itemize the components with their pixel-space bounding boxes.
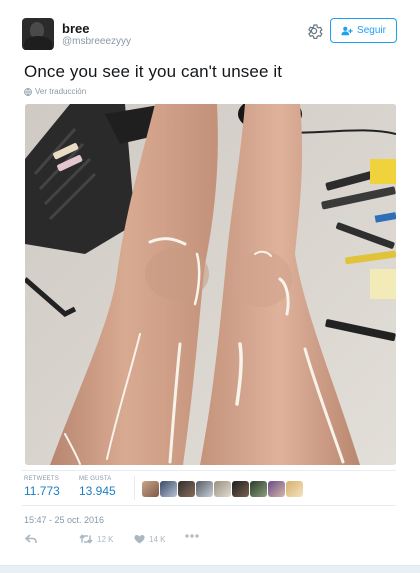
- avatar[interactable]: [232, 481, 249, 497]
- translate-label: Ver traducción: [35, 87, 87, 96]
- more-button[interactable]: [185, 534, 199, 538]
- reply-button[interactable]: [25, 534, 37, 544]
- divider: [22, 470, 396, 471]
- divider: [22, 505, 396, 506]
- tweet-text: Once you see it you can't unsee it: [24, 62, 283, 81]
- heart-icon: [134, 535, 145, 544]
- avatar[interactable]: [250, 481, 267, 497]
- retweet-action-count: 12 K: [97, 534, 114, 544]
- retweet-button[interactable]: 12 K: [79, 534, 113, 544]
- divider: [134, 476, 135, 500]
- avatar[interactable]: [178, 481, 195, 497]
- reply-icon: [25, 534, 37, 544]
- footer-strip: [0, 565, 420, 573]
- tweet-actions: 12 K 14 K: [0, 534, 420, 550]
- retweets-label: RETWEETS: [24, 476, 59, 482]
- avatar[interactable]: [286, 481, 303, 497]
- retweets-stat[interactable]: RETWEETS 11.773: [24, 476, 60, 498]
- like-button[interactable]: 14 K: [134, 534, 165, 544]
- avatar[interactable]: [160, 481, 177, 497]
- translate-link[interactable]: Ver traducción: [24, 87, 86, 96]
- likes-count: 13.945: [79, 484, 116, 498]
- display-name[interactable]: bree: [62, 21, 89, 36]
- likes-label: ME GUSTA: [79, 476, 112, 482]
- avatar[interactable]: [22, 18, 54, 50]
- more-icon: [185, 534, 199, 538]
- retweets-count: 11.773: [24, 484, 60, 498]
- follow-label: Seguir: [357, 25, 386, 36]
- user-handle[interactable]: @msbreeezyyy: [62, 36, 131, 47]
- likers-avatars: [142, 481, 303, 497]
- avatar[interactable]: [214, 481, 231, 497]
- like-action-count: 14 K: [149, 534, 166, 544]
- legs-photo-illustration: [25, 104, 396, 465]
- avatar[interactable]: [196, 481, 213, 497]
- retweet-icon: [79, 534, 93, 544]
- tweet-photo[interactable]: [25, 104, 396, 465]
- timestamp[interactable]: 15:47 - 25 oct. 2016: [24, 515, 104, 525]
- avatar[interactable]: [268, 481, 285, 497]
- gear-icon[interactable]: [305, 22, 323, 40]
- globe-icon: [24, 87, 32, 96]
- tweet-card: bree @msbreeezyyy Seguir Once you see it…: [0, 0, 420, 573]
- likes-stat[interactable]: ME GUSTA 13.945: [79, 476, 116, 498]
- avatar[interactable]: [142, 481, 159, 497]
- follow-button[interactable]: Seguir: [330, 18, 397, 43]
- follow-person-icon: [341, 26, 353, 35]
